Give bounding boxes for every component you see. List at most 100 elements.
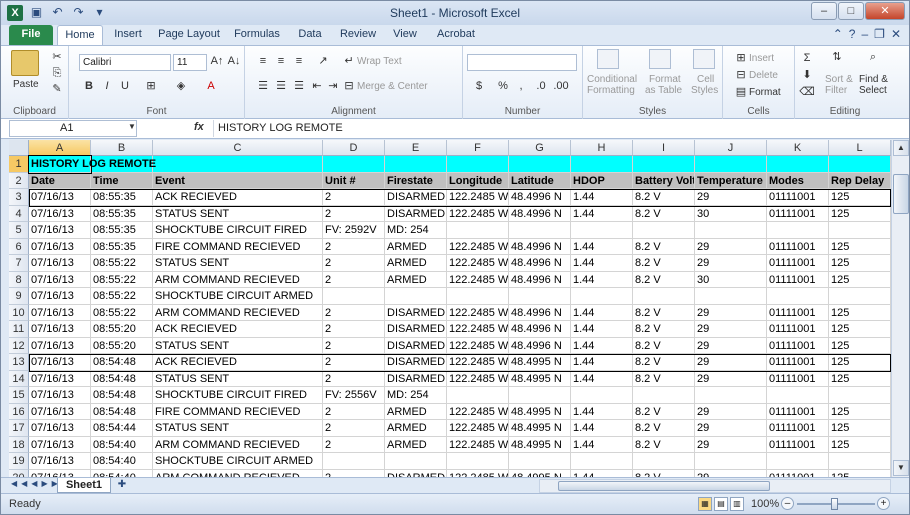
tab-formulas[interactable]: Formulas bbox=[229, 25, 285, 45]
cell-e8[interactable]: ARMED bbox=[385, 271, 447, 288]
cell-b9[interactable]: 08:55:22 bbox=[91, 288, 153, 305]
cell-d4[interactable]: 2 bbox=[323, 205, 385, 222]
font-color-icon[interactable]: A bbox=[203, 79, 219, 93]
column-header-l[interactable]: L bbox=[829, 140, 891, 156]
cell-l19[interactable] bbox=[829, 453, 891, 470]
cell-f12[interactable]: 122.2485 W bbox=[447, 337, 509, 354]
tab-file[interactable]: File bbox=[9, 25, 53, 45]
cell-k11[interactable]: 01111001 bbox=[767, 321, 829, 338]
cell-f9[interactable] bbox=[447, 288, 509, 305]
fill-color-icon[interactable]: ◈ bbox=[173, 79, 189, 93]
row-header-4[interactable]: 4 bbox=[9, 205, 29, 222]
fill-icon[interactable]: ⬇ bbox=[799, 68, 815, 82]
cell-f20[interactable]: 122.2485 W bbox=[447, 469, 509, 477]
insert-cells-button[interactable]: Insert bbox=[749, 53, 774, 64]
cell-i20[interactable]: 8.2 V bbox=[633, 469, 695, 477]
shrink-font-icon[interactable]: A↓ bbox=[226, 54, 242, 68]
cell-k19[interactable] bbox=[767, 453, 829, 470]
decrease-indent-icon[interactable]: ⇤ bbox=[309, 79, 325, 93]
row-header-15[interactable]: 15 bbox=[9, 387, 29, 404]
cell-k16[interactable]: 01111001 bbox=[767, 403, 829, 420]
cell-f11[interactable]: 122.2485 W bbox=[447, 321, 509, 338]
align-center-icon[interactable]: ☰ bbox=[273, 79, 289, 93]
cell-c2[interactable]: Event bbox=[153, 172, 323, 189]
cell-i18[interactable]: 8.2 V bbox=[633, 436, 695, 453]
cell-k14[interactable]: 01111001 bbox=[767, 370, 829, 387]
cell-e7[interactable]: ARMED bbox=[385, 255, 447, 272]
cell-e20[interactable]: DISARMED bbox=[385, 469, 447, 477]
bold-button[interactable]: B bbox=[81, 79, 97, 93]
cell-i12[interactable]: 8.2 V bbox=[633, 337, 695, 354]
cell-f6[interactable]: 122.2485 W bbox=[447, 238, 509, 255]
cell-c19[interactable]: SHOCKTUBE CIRCUIT ARMED bbox=[153, 453, 323, 470]
cell-f16[interactable]: 122.2485 W bbox=[447, 403, 509, 420]
cell-c16[interactable]: FIRE COMMAND RECIEVED bbox=[153, 403, 323, 420]
row-header-13[interactable]: 13 bbox=[9, 354, 29, 371]
cell-e18[interactable]: ARMED bbox=[385, 436, 447, 453]
row-header-12[interactable]: 12 bbox=[9, 337, 29, 354]
cell-h19[interactable] bbox=[571, 453, 633, 470]
cell-k1[interactable] bbox=[767, 156, 829, 173]
cell-e6[interactable]: ARMED bbox=[385, 238, 447, 255]
cell-i2[interactable]: Battery Volt bbox=[633, 172, 695, 189]
merge-center-button[interactable]: Merge & Center bbox=[357, 81, 428, 92]
cell-l11[interactable]: 125 bbox=[829, 321, 891, 338]
format-cells-button[interactable]: Format bbox=[749, 87, 781, 98]
cell-l13[interactable]: 125 bbox=[829, 354, 891, 371]
cell-g11[interactable]: 48.4996 N bbox=[509, 321, 571, 338]
align-right-icon[interactable]: ☰ bbox=[291, 79, 307, 93]
cell-f7[interactable]: 122.2485 W bbox=[447, 255, 509, 272]
cell-e15[interactable]: MD: 254 bbox=[385, 387, 447, 404]
insert-function-icon[interactable]: fx bbox=[194, 121, 204, 133]
scroll-down-icon[interactable]: ▼ bbox=[893, 460, 909, 476]
cell-g7[interactable]: 48.4996 N bbox=[509, 255, 571, 272]
cell-h16[interactable]: 1.44 bbox=[571, 403, 633, 420]
cell-a11[interactable]: 07/16/13 bbox=[29, 321, 91, 338]
cell-b12[interactable]: 08:55:20 bbox=[91, 337, 153, 354]
cell-c10[interactable]: ARM COMMAND RECIEVED bbox=[153, 304, 323, 321]
cell-i9[interactable] bbox=[633, 288, 695, 305]
cell-d11[interactable]: 2 bbox=[323, 321, 385, 338]
cell-e13[interactable]: DISARMED bbox=[385, 354, 447, 371]
cell-k10[interactable]: 01111001 bbox=[767, 304, 829, 321]
cell-b10[interactable]: 08:55:22 bbox=[91, 304, 153, 321]
cell-c18[interactable]: ARM COMMAND RECIEVED bbox=[153, 436, 323, 453]
increase-indent-icon[interactable]: ⇥ bbox=[325, 79, 341, 93]
cell-g13[interactable]: 48.4995 N bbox=[509, 354, 571, 371]
cell-i15[interactable] bbox=[633, 387, 695, 404]
row-header-18[interactable]: 18 bbox=[9, 436, 29, 453]
cell-h5[interactable] bbox=[571, 222, 633, 239]
cell-b16[interactable]: 08:54:48 bbox=[91, 403, 153, 420]
cell-a18[interactable]: 07/16/13 bbox=[29, 436, 91, 453]
cell-g6[interactable]: 48.4996 N bbox=[509, 238, 571, 255]
row-header-10[interactable]: 10 bbox=[9, 304, 29, 321]
cell-b11[interactable]: 08:55:20 bbox=[91, 321, 153, 338]
help-icon[interactable]: ? bbox=[849, 27, 856, 41]
cell-a12[interactable]: 07/16/13 bbox=[29, 337, 91, 354]
row-header-20[interactable]: 20 bbox=[9, 469, 29, 477]
cell-j19[interactable] bbox=[695, 453, 767, 470]
cell-d12[interactable]: 2 bbox=[323, 337, 385, 354]
cell-e14[interactable]: DISARMED bbox=[385, 370, 447, 387]
cell-f13[interactable]: 122.2485 W bbox=[447, 354, 509, 371]
cell-l16[interactable]: 125 bbox=[829, 403, 891, 420]
cell-b6[interactable]: 08:55:35 bbox=[91, 238, 153, 255]
cell-g12[interactable]: 48.4996 N bbox=[509, 337, 571, 354]
column-header-g[interactable]: G bbox=[509, 140, 571, 156]
cell-e4[interactable]: DISARMED bbox=[385, 205, 447, 222]
cell-c13[interactable]: ACK RECIEVED bbox=[153, 354, 323, 371]
cell-d16[interactable]: 2 bbox=[323, 403, 385, 420]
cell-f10[interactable]: 122.2485 W bbox=[447, 304, 509, 321]
cell-l17[interactable]: 125 bbox=[829, 420, 891, 437]
cell-k4[interactable]: 01111001 bbox=[767, 205, 829, 222]
row-header-14[interactable]: 14 bbox=[9, 370, 29, 387]
align-left-icon[interactable]: ☰ bbox=[255, 79, 271, 93]
cell-e17[interactable]: ARMED bbox=[385, 420, 447, 437]
tab-review[interactable]: Review bbox=[335, 25, 381, 45]
cell-j2[interactable]: Temperature bbox=[695, 172, 767, 189]
cell-k2[interactable]: Modes bbox=[767, 172, 829, 189]
cell-k7[interactable]: 01111001 bbox=[767, 255, 829, 272]
tab-acrobat[interactable]: Acrobat bbox=[431, 25, 481, 45]
cell-l10[interactable]: 125 bbox=[829, 304, 891, 321]
conditional-formatting-icon[interactable] bbox=[597, 49, 619, 69]
